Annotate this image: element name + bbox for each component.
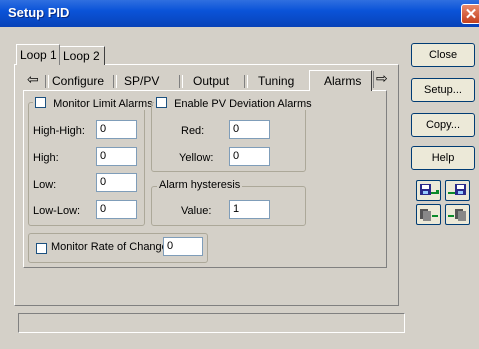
tab-sp-pv[interactable]: SP/PV — [124, 74, 159, 88]
export-button[interactable] — [445, 180, 470, 201]
copy-button[interactable]: Copy... — [411, 113, 475, 137]
low-low-input[interactable]: 0 — [96, 200, 137, 219]
tab-loop-2-label: Loop 2 — [63, 49, 100, 63]
high-high-label: High-High: — [33, 125, 85, 137]
copy-from-icon — [420, 209, 438, 221]
yellow-label: Yellow: — [179, 152, 214, 164]
tab-configure[interactable]: Configure — [52, 74, 104, 88]
import-button[interactable] — [416, 180, 441, 201]
tab-output[interactable]: Output — [193, 74, 229, 88]
tab-loop-1-label: Loop 1 — [20, 48, 57, 62]
export-icon — [448, 184, 466, 195]
monitor-limit-checkbox[interactable] — [35, 97, 46, 108]
hysteresis-value-label: Value: — [181, 205, 212, 217]
copy-from-button[interactable] — [416, 204, 441, 225]
import-icon — [420, 184, 439, 195]
close-button[interactable]: Close — [411, 43, 475, 67]
yellow-input[interactable]: 0 — [229, 147, 270, 166]
arrow-left-icon: ⇦ — [27, 71, 39, 87]
rate-of-change-checkbox[interactable] — [36, 243, 47, 254]
setup-pid-dialog: Setup PID ✕ Loop 1 Loop 2 ⇦ Configure SP… — [0, 0, 479, 349]
window-title: Setup PID — [8, 5, 70, 20]
status-bar — [18, 313, 405, 333]
high-input[interactable]: 0 — [96, 147, 137, 166]
tab-tuning[interactable]: Tuning — [258, 74, 294, 88]
tab-scroll-left[interactable]: ⇦ — [26, 71, 43, 89]
high-high-input[interactable]: 0 — [96, 120, 137, 139]
pv-deviation-checkbox[interactable] — [156, 97, 167, 108]
hysteresis-legend: Alarm hysteresis — [157, 179, 243, 191]
tab-separator — [45, 75, 49, 88]
low-label: Low: — [33, 179, 57, 191]
monitor-limit-legend: Monitor Limit Alarms — [33, 96, 155, 110]
title-bar: Setup PID ✕ — [0, 0, 479, 27]
tab-separator — [179, 75, 183, 88]
rate-of-change-input[interactable]: 0 — [163, 237, 203, 256]
tab-loop-2[interactable]: Loop 2 — [60, 46, 105, 65]
copy-to-icon — [448, 209, 466, 221]
pv-deviation-label: Enable PV Deviation Alarms — [174, 98, 312, 110]
tab-alarms[interactable]: Alarms — [309, 70, 372, 91]
red-label: Red: — [181, 125, 205, 137]
rate-of-change-label: Monitor Rate of Change: — [51, 241, 171, 253]
copy-to-button[interactable] — [445, 204, 470, 225]
help-button[interactable]: Help — [411, 146, 475, 170]
tab-loop-1[interactable]: Loop 1 — [16, 44, 60, 65]
tab-separator — [113, 75, 117, 88]
tab-alarms-label: Alarms — [324, 74, 362, 88]
hysteresis-value-input[interactable]: 1 — [229, 200, 270, 219]
arrow-right-icon: ⇨ — [376, 70, 388, 86]
high-label: High: — [33, 152, 59, 164]
monitor-limit-label: Monitor Limit Alarms — [53, 98, 153, 110]
red-input[interactable]: 0 — [229, 120, 270, 139]
setup-button[interactable]: Setup... — [411, 78, 475, 102]
close-icon[interactable]: ✕ — [461, 4, 479, 24]
low-low-label: Low-Low: — [33, 205, 81, 217]
tab-separator — [244, 75, 248, 88]
tab-scroll-right[interactable]: ⇨ — [373, 70, 391, 88]
pv-deviation-legend: Enable PV Deviation Alarms — [154, 96, 314, 110]
low-input[interactable]: 0 — [96, 173, 137, 192]
